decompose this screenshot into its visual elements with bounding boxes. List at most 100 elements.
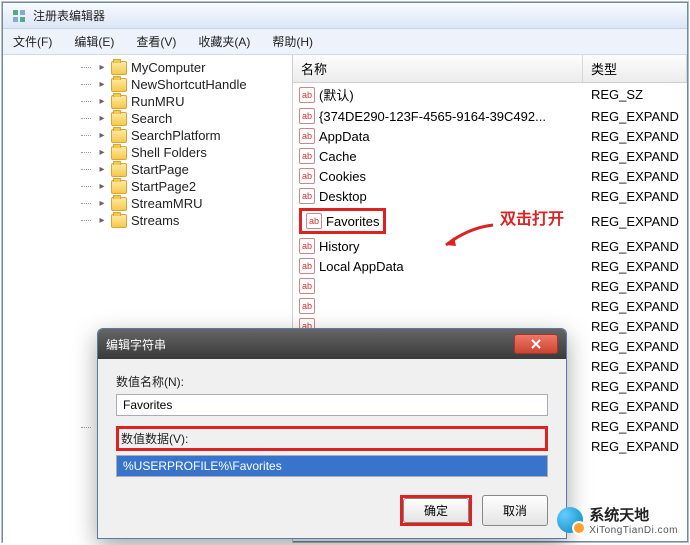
row-type: REG_EXPAND (583, 319, 687, 334)
row-type: REG_EXPAND (583, 439, 687, 454)
row-type: REG_EXPAND (583, 189, 687, 204)
list-row[interactable]: ab Cookies REG_EXPAND (293, 166, 687, 186)
string-value-icon: ab (299, 87, 315, 103)
row-name: AppData (319, 129, 370, 144)
expander-icon[interactable]: ▸ (97, 63, 107, 73)
folder-icon (111, 163, 127, 177)
row-type: REG_EXPAND (583, 379, 687, 394)
expander-icon[interactable]: ▸ (97, 114, 107, 124)
expander-icon[interactable]: ▸ (97, 80, 107, 90)
tree-item[interactable]: ▸ SearchPlatform (3, 127, 292, 144)
row-name: Cache (319, 149, 357, 164)
list-row[interactable]: abREG_EXPAND (293, 296, 687, 316)
string-value-icon: ab (299, 258, 315, 274)
expander-icon[interactable]: ▸ (97, 199, 107, 209)
expander-icon[interactable]: ▸ (97, 148, 107, 158)
value-data-input[interactable] (116, 455, 548, 477)
list-row[interactable]: ab(默认) REG_SZ (293, 83, 687, 106)
value-name-label: 数值名称(N): (116, 373, 548, 390)
row-type: REG_EXPAND (583, 399, 687, 414)
folder-icon (111, 112, 127, 126)
folder-icon (111, 61, 127, 75)
list-row[interactable]: abDesktopREG_EXPAND (293, 186, 687, 206)
menu-help[interactable]: 帮助(H) (268, 31, 317, 52)
tree-item[interactable]: ▸ NewShortcutHandle (3, 76, 292, 93)
watermark-title: 系统天地 (589, 504, 678, 525)
tree-label: RunMRU (131, 94, 184, 109)
row-type: REG_EXPAND (583, 239, 687, 254)
menu-favorites[interactable]: 收藏夹(A) (194, 31, 254, 52)
expander-icon[interactable]: ▸ (97, 216, 107, 226)
row-name: Local AppData (319, 259, 404, 274)
row-type: REG_EXPAND (583, 129, 687, 144)
row-type: REG_EXPAND (583, 359, 687, 374)
row-name: Cookies (319, 169, 366, 184)
cancel-button[interactable]: 取消 (482, 495, 548, 526)
row-type: REG_EXPAND (583, 149, 687, 164)
tree-item[interactable]: ▸ Streams (3, 212, 292, 229)
tree-label: Search (131, 111, 172, 126)
string-value-icon: ab (299, 108, 315, 124)
col-header-name[interactable]: 名称 (293, 55, 583, 82)
ok-button[interactable]: 确定 (403, 498, 469, 523)
annotation-arrow (438, 220, 498, 255)
tree-label: MyComputer (131, 60, 205, 75)
tree-label: NewShortcutHandle (131, 77, 247, 92)
close-icon (530, 339, 542, 349)
row-type: REG_EXPAND (583, 339, 687, 354)
tree-item[interactable]: ▸ StreamMRU (3, 195, 292, 212)
row-name: {374DE290-123F-4565-9164-39C492... (319, 109, 546, 124)
tree-item[interactable]: ▸ StartPage2 (3, 178, 292, 195)
list-row[interactable]: ab AppData REG_EXPAND (293, 126, 687, 146)
row-type: REG_EXPAND (583, 169, 687, 184)
watermark: 系统天地 XiTongTianDi.com (557, 504, 678, 536)
tree-item[interactable]: ▸Shell Folders (3, 144, 292, 161)
list-row[interactable]: ab REG_EXPAND (293, 276, 687, 296)
row-name: (默认) (319, 85, 354, 104)
list-row[interactable]: ab{374DE290-123F-4565-9164-39C492...REG_… (293, 106, 687, 126)
list-row[interactable]: ab Local AppData REG_EXPAND (293, 256, 687, 276)
value-data-label: 数值数据(V): (121, 430, 543, 447)
folder-icon (111, 129, 127, 143)
window-titlebar: 注册表编辑器 (3, 3, 687, 29)
string-value-icon: ab (299, 188, 315, 204)
app-icon (11, 8, 27, 24)
menu-file[interactable]: 文件(F) (9, 31, 56, 52)
row-type: REG_EXPAND (583, 214, 687, 229)
tree-label: SearchPlatform (131, 128, 221, 143)
menu-view[interactable]: 查看(V) (132, 31, 180, 52)
string-value-icon: ab (299, 278, 315, 294)
folder-icon (111, 95, 127, 109)
expander-icon[interactable]: ▸ (97, 165, 107, 175)
expander-icon[interactable]: ▸ (97, 182, 107, 192)
row-type: REG_EXPAND (583, 259, 687, 274)
string-value-icon: ab (299, 128, 315, 144)
close-button[interactable] (514, 334, 558, 354)
row-type: REG_EXPAND (583, 299, 687, 314)
folder-icon (111, 214, 127, 228)
value-name-input[interactable] (116, 394, 548, 416)
row-type: REG_EXPAND (583, 419, 687, 434)
tree-label: StreamMRU (131, 196, 203, 211)
string-value-icon: ab (299, 148, 315, 164)
row-name: History (319, 239, 359, 254)
dialog-titlebar[interactable]: 编辑字符串 (98, 329, 566, 359)
tree-item[interactable]: ▸ MyComputer (3, 59, 292, 76)
row-type: REG_EXPAND (583, 279, 687, 294)
menu-edit[interactable]: 编辑(E) (70, 31, 118, 52)
annotation-text: 双击打开 (500, 205, 564, 229)
expander-icon[interactable]: ▸ (97, 97, 107, 107)
expander-icon[interactable]: ▸ (97, 131, 107, 141)
folder-icon (111, 78, 127, 92)
tree-label: StartPage (131, 162, 189, 177)
tree-label: Streams (131, 213, 179, 228)
tree-item[interactable]: ▸ RunMRU (3, 93, 292, 110)
tree-item[interactable]: ▸ Search (3, 110, 292, 127)
tree-label: StartPage2 (131, 179, 196, 194)
row-type: REG_SZ (583, 87, 687, 102)
col-header-type[interactable]: 类型 (583, 55, 687, 82)
string-value-icon: ab (299, 168, 315, 184)
list-row[interactable]: ab Cache REG_EXPAND (293, 146, 687, 166)
folder-icon (111, 180, 127, 194)
tree-item[interactable]: ▸ StartPage (3, 161, 292, 178)
